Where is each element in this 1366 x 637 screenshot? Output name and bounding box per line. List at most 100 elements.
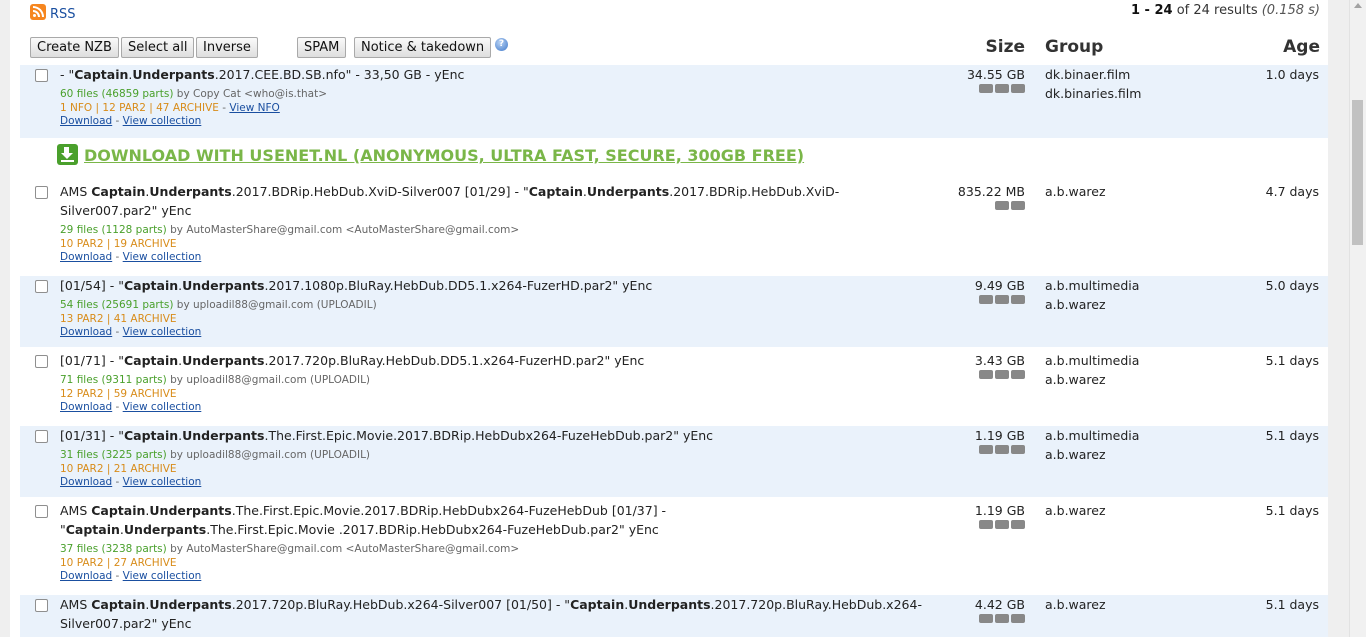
- view-collection-link[interactable]: View collection: [123, 401, 202, 413]
- row-size: 1.19 GB: [974, 503, 1025, 518]
- row-files: 60 files (46859 parts): [60, 88, 174, 100]
- group-link[interactable]: a.b.warez: [1045, 182, 1106, 201]
- row-group: a.b.warez: [1045, 501, 1106, 520]
- group-link[interactable]: a.b.warez: [1045, 295, 1139, 314]
- row-extras: 10 PAR2 | 21 ARCHIVE: [60, 462, 177, 475]
- row-group: a.b.warez: [1045, 182, 1106, 201]
- row-files: 54 files (25691 parts): [60, 299, 174, 311]
- row-size: 4.42 GB: [974, 597, 1025, 612]
- row-checkbox[interactable]: [35, 505, 48, 518]
- row-title: [01/54] - "Captain.Underpants.2017.1080p…: [60, 278, 653, 293]
- row-checkbox[interactable]: [35, 280, 48, 293]
- spam-button[interactable]: SPAM: [297, 37, 347, 58]
- notice-takedown-button[interactable]: Notice & takedown: [354, 37, 492, 58]
- view-collection-link[interactable]: View collection: [123, 326, 202, 338]
- help-icon[interactable]: ?: [495, 38, 508, 51]
- scrollbar[interactable]: [1349, 0, 1366, 637]
- result-row: AMS Captain.Underpants.2017.BDRip.HebDub…: [20, 182, 1328, 267]
- view-collection-link[interactable]: View collection: [123, 570, 202, 582]
- row-meta: 31 files (3225 parts) by uploadil88@gmai…: [60, 449, 371, 488]
- column-header-group[interactable]: Group: [1045, 37, 1103, 57]
- row-title: [01/31] - "Captain.Underpants.The.First.…: [60, 428, 714, 443]
- create-nzb-button[interactable]: Create NZB: [30, 37, 119, 58]
- row-checkbox[interactable]: [35, 69, 48, 82]
- row-size: 9.49 GB: [974, 278, 1025, 293]
- row-size: 3.43 GB: [974, 353, 1025, 368]
- row-files: 71 files (9311 parts): [60, 374, 167, 386]
- group-link[interactable]: a.b.warez: [1045, 445, 1139, 464]
- group-link[interactable]: a.b.warez: [1045, 595, 1106, 614]
- view-collection-link[interactable]: View collection: [123, 251, 202, 263]
- view-collection-link[interactable]: View collection: [123, 476, 202, 488]
- row-group: a.b.multimedia a.b.warez: [1045, 426, 1139, 464]
- download-link[interactable]: Download: [60, 115, 112, 127]
- completion-bars: [979, 520, 1025, 529]
- row-poster: by uploadil88@gmail.com (UPLOADIL): [173, 299, 377, 311]
- result-row: [01/31] - "Captain.Underpants.The.First.…: [20, 426, 1328, 497]
- inverse-button[interactable]: Inverse: [196, 37, 258, 58]
- row-age: 5.1 days: [1265, 353, 1319, 368]
- row-group: a.b.multimedia a.b.warez: [1045, 276, 1139, 314]
- results-time: (0.158 s): [1261, 3, 1320, 18]
- scroll-thumb[interactable]: [1352, 100, 1363, 245]
- group-link[interactable]: a.b.multimedia: [1045, 426, 1139, 445]
- download-link[interactable]: Download: [60, 251, 112, 263]
- rss-link[interactable]: RSS: [50, 7, 76, 22]
- row-poster: by AutoMasterShare@gmail.com <AutoMaster…: [166, 543, 520, 555]
- row-extras: 10 PAR2 | 19 ARCHIVE: [60, 237, 177, 250]
- completion-bars: [979, 370, 1025, 379]
- column-header-size[interactable]: Size: [986, 37, 1026, 57]
- group-link[interactable]: dk.binaries.film: [1045, 84, 1141, 103]
- view-collection-link[interactable]: View collection: [123, 115, 202, 127]
- results-page: RSS 1 - 24 of 24 results (0.158 s) Creat…: [10, 0, 1328, 637]
- row-group: dk.binaer.film dk.binaries.film: [1045, 65, 1141, 103]
- row-poster: by uploadil88@gmail.com (UPLOADIL): [166, 449, 371, 461]
- row-checkbox[interactable]: [35, 430, 48, 443]
- row-meta: 60 files (46859 parts) by Copy Cat <who@…: [60, 88, 327, 127]
- row-title: AMS Captain.Underpants.The.First.Epic.Mo…: [60, 503, 667, 537]
- group-link[interactable]: a.b.warez: [1045, 501, 1106, 520]
- download-link[interactable]: Download: [60, 326, 112, 338]
- rss-feed[interactable]: RSS: [30, 1, 76, 22]
- results-total: of 24 results: [1172, 3, 1262, 18]
- usenet-promo[interactable]: DOWNLOAD WITH USENET.NL (ANONYMOUS, ULTR…: [57, 144, 804, 165]
- column-header-age[interactable]: Age: [1283, 37, 1320, 57]
- group-link[interactable]: a.b.multimedia: [1045, 276, 1139, 295]
- row-title: [01/71] - "Captain.Underpants.2017.720p.…: [60, 353, 645, 368]
- download-icon[interactable]: [57, 144, 78, 165]
- row-age: 5.1 days: [1265, 428, 1319, 443]
- select-all-button[interactable]: Select all: [121, 37, 195, 58]
- row-files: 31 files (3225 parts): [60, 449, 167, 461]
- group-link[interactable]: dk.binaer.film: [1045, 65, 1141, 84]
- row-poster: by Copy Cat <who@is.that>: [173, 88, 327, 100]
- row-age: 1.0 days: [1265, 67, 1319, 82]
- scroll-up-arrow-icon[interactable]: [1354, 3, 1362, 8]
- result-row: [01/54] - "Captain.Underpants.2017.1080p…: [20, 276, 1328, 347]
- row-size: 835.22 MB: [957, 184, 1025, 199]
- row-checkbox[interactable]: [35, 186, 48, 199]
- row-extras: 12 PAR2 | 59 ARCHIVE: [60, 387, 177, 400]
- row-checkbox[interactable]: [35, 355, 48, 368]
- row-meta: 54 files (25691 parts) by uploadil88@gma…: [60, 299, 377, 338]
- row-poster: by uploadil88@gmail.com (UPLOADIL): [166, 374, 371, 386]
- download-link[interactable]: Download: [60, 401, 112, 413]
- promo-link[interactable]: DOWNLOAD WITH USENET.NL (ANONYMOUS, ULTR…: [84, 146, 804, 165]
- row-extras: 13 PAR2 | 41 ARCHIVE: [60, 312, 177, 325]
- download-link[interactable]: Download: [60, 570, 112, 582]
- row-group: a.b.multimedia a.b.warez: [1045, 351, 1139, 389]
- left-gutter: [0, 0, 10, 637]
- rss-icon[interactable]: [30, 3, 46, 20]
- results-count: 1 - 24 of 24 results (0.158 s): [1131, 3, 1320, 18]
- completion-bars: [979, 295, 1025, 304]
- row-age: 5.1 days: [1265, 597, 1319, 612]
- download-link[interactable]: Download: [60, 476, 112, 488]
- row-age: 4.7 days: [1265, 184, 1319, 199]
- row-meta: 37 files (3238 parts) by AutoMasterShare…: [60, 543, 520, 582]
- right-gutter: [1328, 0, 1349, 637]
- results-range: 1 - 24: [1130, 3, 1173, 18]
- group-link[interactable]: a.b.warez: [1045, 370, 1139, 389]
- row-checkbox[interactable]: [35, 599, 48, 612]
- group-link[interactable]: a.b.multimedia: [1045, 351, 1139, 370]
- row-files: 37 files (3238 parts): [60, 543, 167, 555]
- view-nfo-link[interactable]: View NFO: [229, 102, 279, 114]
